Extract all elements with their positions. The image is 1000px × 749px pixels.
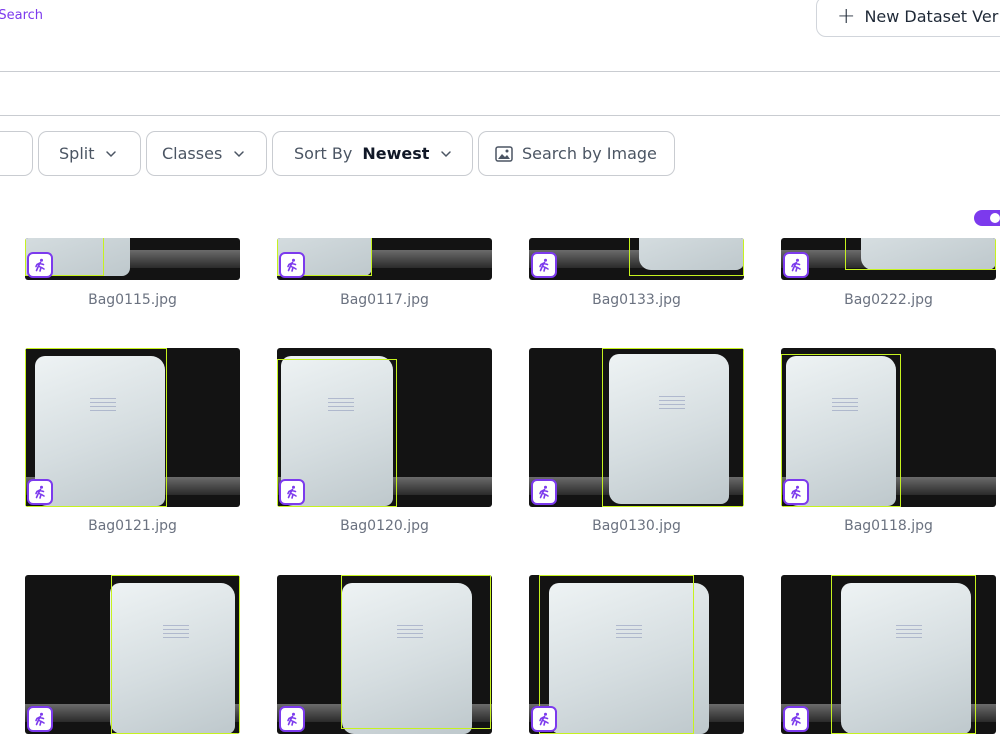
image-filename: Bag0118.jpg (844, 518, 933, 534)
image-filename: Bag0130.jpg (592, 518, 681, 534)
running-person-icon (279, 252, 305, 278)
image-filename: Bag0120.jpg (340, 518, 429, 534)
toggle-knob (990, 213, 1000, 223)
image-thumbnail[interactable] (277, 348, 492, 507)
filter-chip-cut-off[interactable] (0, 131, 33, 176)
image-filename: Bag0115.jpg (88, 292, 177, 308)
image-filename: Bag0222.jpg (844, 292, 933, 308)
image-filename: Bag0133.jpg (592, 292, 681, 308)
filter-bar: Split Classes Sort By Newest Search by I… (0, 131, 1000, 176)
split-filter-dropdown[interactable]: Split (38, 131, 141, 176)
bounding-box (539, 575, 694, 734)
split-filter-label: Split (59, 144, 95, 163)
chevron-down-icon (104, 147, 118, 161)
running-person-icon (27, 479, 53, 505)
image-thumbnail[interactable] (529, 238, 744, 280)
image-filename: Bag0121.jpg (88, 518, 177, 534)
image-thumbnail[interactable] (25, 238, 240, 280)
image-filename: Bag0117.jpg (340, 292, 429, 308)
image-thumbnail[interactable] (781, 238, 996, 280)
image-thumbnail[interactable] (529, 575, 744, 734)
classes-filter-label: Classes (162, 144, 223, 163)
bounding-box (629, 238, 744, 276)
running-person-icon (531, 706, 557, 732)
image-thumbnail[interactable] (277, 575, 492, 734)
search-divider (0, 115, 1000, 116)
help-search-link[interactable]: p Search (0, 8, 43, 23)
header-divider (0, 71, 1000, 72)
running-person-icon (279, 479, 305, 505)
bounding-box (845, 238, 996, 270)
image-icon (495, 145, 513, 162)
running-person-icon (531, 252, 557, 278)
image-thumbnail[interactable] (277, 238, 492, 280)
running-person-icon (27, 252, 53, 278)
bounding-box (602, 348, 744, 507)
running-person-icon (783, 479, 809, 505)
image-thumbnail[interactable] (781, 348, 996, 507)
running-person-icon (279, 706, 305, 732)
chevron-down-icon (439, 147, 453, 161)
bounding-box (831, 575, 976, 734)
search-by-image-label: Search by Image (522, 144, 657, 163)
image-thumbnail[interactable] (529, 348, 744, 507)
running-person-icon (27, 706, 53, 732)
running-person-icon (783, 706, 809, 732)
plus-icon: + (837, 3, 856, 29)
running-person-icon (783, 252, 809, 278)
classes-filter-dropdown[interactable]: Classes (146, 131, 267, 176)
sort-by-prefix: Sort By (294, 144, 353, 163)
new-dataset-version-label: New Dataset Ver (864, 7, 999, 26)
image-thumbnail[interactable] (781, 575, 996, 734)
search-by-image-button[interactable]: Search by Image (478, 131, 675, 176)
sort-by-dropdown[interactable]: Sort By Newest (272, 131, 473, 176)
sort-by-value: Newest (362, 144, 430, 163)
new-dataset-version-button[interactable]: + New Dataset Ver (816, 0, 1000, 37)
image-thumbnail[interactable] (25, 575, 240, 734)
image-thumbnail[interactable] (25, 348, 240, 507)
bounding-box (111, 575, 240, 734)
bounding-box (341, 575, 491, 729)
chevron-down-icon (232, 147, 246, 161)
view-toggle-switch[interactable] (974, 210, 1000, 226)
running-person-icon (531, 479, 557, 505)
